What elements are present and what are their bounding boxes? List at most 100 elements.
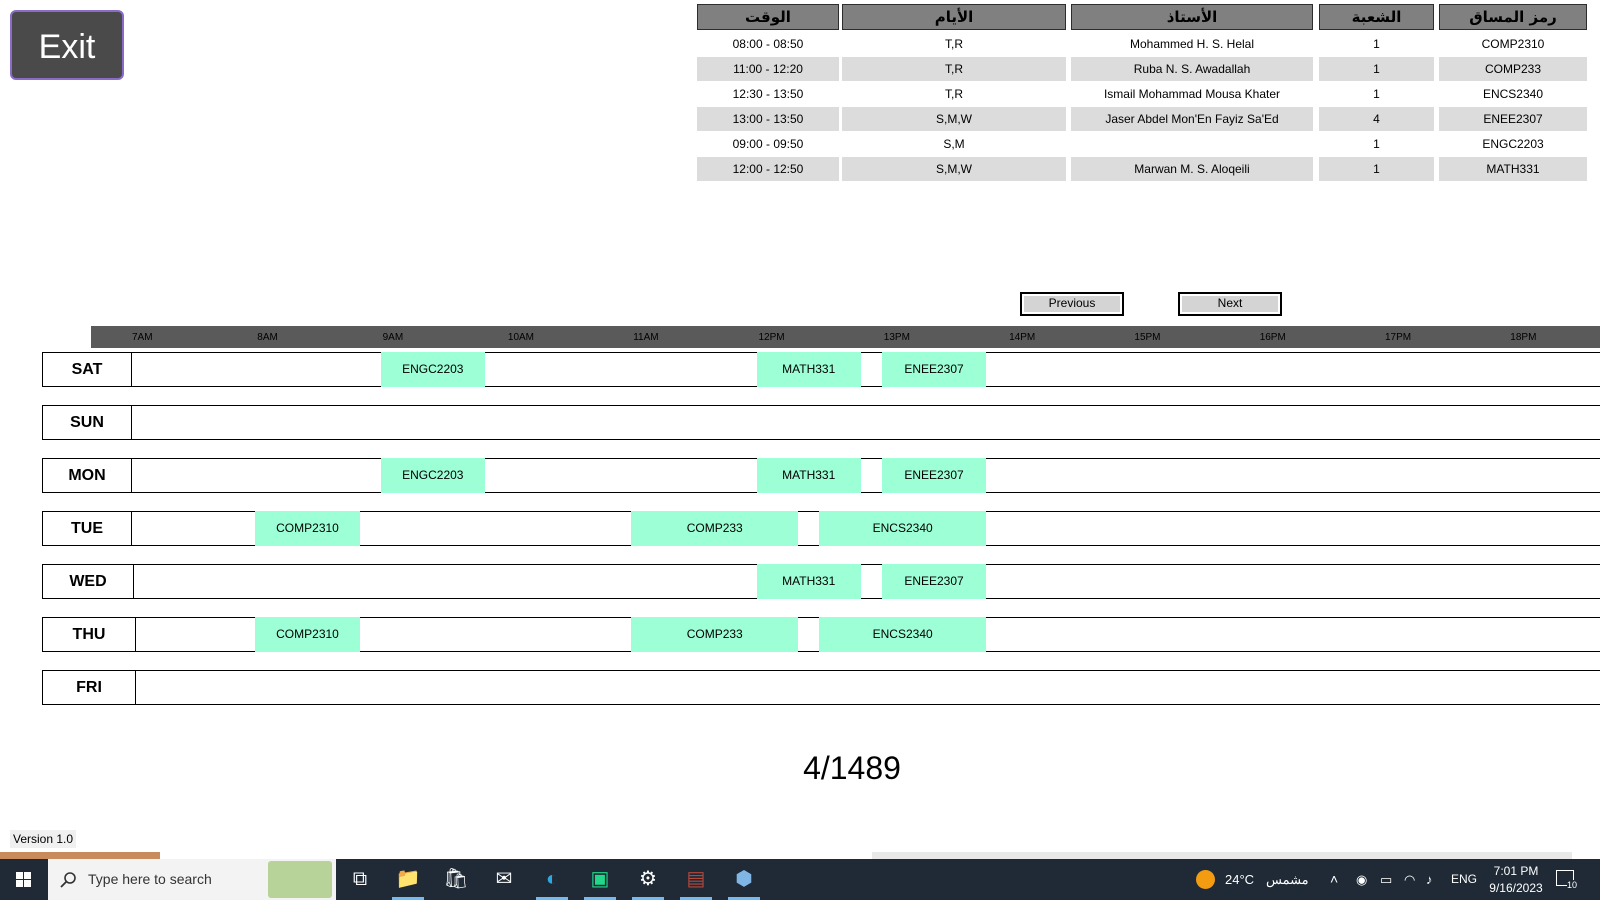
task-view-icon[interactable]: ⧉: [336, 859, 384, 900]
taskbar-search-box[interactable]: Type here to search: [48, 859, 336, 900]
day-label: SUN: [43, 406, 132, 439]
time-tick-label: 10AM: [507, 332, 535, 343]
taskbar: Type here to search ⧉ 📁 🛍 ✉ ◐ ▣ ⚙ ▤ ⬢ 24°C مشمس …: [0, 859, 1600, 900]
weather-temperature[interactable]: 24°C: [1225, 859, 1254, 900]
volume-icon[interactable]: ♪: [1426, 859, 1433, 900]
time-tick-label: 14PM: [1009, 332, 1036, 343]
next-button[interactable]: Next: [1178, 292, 1282, 316]
time-tick-label: 13PM: [883, 332, 910, 343]
table-cell-section: 1: [1373, 87, 1380, 101]
background-strip: [0, 852, 160, 859]
table-cell-days: S,M,W: [842, 107, 1066, 131]
search-icon: [60, 872, 76, 888]
table-cell-time: 11:00 - 12:20: [697, 57, 839, 81]
schedule-block[interactable]: ENGC2203: [380, 458, 485, 493]
time-tick-label: 11AM: [633, 332, 659, 343]
language-indicator[interactable]: ENG: [1451, 859, 1477, 900]
table-cell-instructor: Ruba N. S. Awadallah: [1071, 57, 1313, 81]
table-cell-code: COMP2310: [1481, 37, 1545, 51]
schedule-block[interactable]: ENCS2340: [819, 511, 987, 546]
day-label: FRI: [43, 671, 136, 704]
table-cell-time: 12:30 - 13:50: [732, 87, 804, 101]
table-cell-instructor: Jaser Abdel Mon'En Fayiz Sa'Ed: [1071, 107, 1313, 131]
day-label: THU: [43, 618, 136, 651]
schedule-block[interactable]: ENCS2340: [819, 617, 987, 652]
table-cell-instructor: [1071, 132, 1313, 156]
day-row-sun: SUN: [42, 405, 1600, 440]
meet-now-icon[interactable]: ◉: [1356, 859, 1367, 900]
table-cell-time: 09:00 - 09:50: [732, 137, 804, 151]
table-cell-time: 13:00 - 13:50: [697, 107, 839, 131]
wifi-icon[interactable]: ◠: [1404, 859, 1415, 900]
time-tick-label: 12PM: [758, 332, 785, 343]
clock-date: 9/16/2023: [1489, 881, 1543, 895]
time-tick-label: 7AM: [132, 332, 153, 343]
table-cell-instructor: Ismail Mohammad Mousa Khater: [1103, 87, 1281, 101]
table-cell-section: 4: [1319, 107, 1434, 131]
schedule-block[interactable]: COMP2310: [255, 617, 360, 652]
page-counter: 4/1489: [803, 750, 901, 786]
schedule-block[interactable]: MATH331: [756, 564, 861, 599]
time-tick-label: 17PM: [1385, 332, 1412, 343]
table-cell-code: ENGC2203: [1482, 137, 1544, 151]
chevron-up-icon[interactable]: ˄: [1330, 859, 1338, 900]
day-label: TUE: [43, 512, 132, 545]
table-cell-section: 1: [1373, 37, 1380, 51]
winrar-icon[interactable]: ▤: [672, 859, 720, 900]
schedule-block[interactable]: COMP233: [631, 617, 799, 652]
table-cell-section: 1: [1373, 137, 1380, 151]
python-app-icon[interactable]: ⬢: [720, 859, 768, 900]
search-placeholder: Type here to search: [88, 871, 212, 887]
file-explorer-icon[interactable]: 📁: [384, 859, 432, 900]
settings-icon[interactable]: ⚙: [624, 859, 672, 900]
schedule-block[interactable]: MATH331: [756, 458, 861, 493]
day-label: WED: [43, 565, 134, 598]
table-cell-section: 1: [1319, 157, 1434, 181]
table-cell-code: MATH331: [1439, 157, 1587, 181]
schedule-block[interactable]: MATH331: [756, 352, 861, 387]
table-cell-code: COMP233: [1439, 57, 1587, 81]
table-header-cell: الوقت: [697, 4, 839, 30]
pycharm-icon[interactable]: ▣: [576, 859, 624, 900]
table-cell-days: T,R: [945, 87, 963, 101]
windows-logo-icon: [16, 872, 31, 887]
table-cell-days: T,R: [945, 37, 963, 51]
notification-count: 10: [1567, 880, 1578, 890]
table-cell-section: 1: [1319, 57, 1434, 81]
schedule-block[interactable]: ENEE2307: [881, 352, 987, 387]
horizontal-scrollbar[interactable]: [872, 852, 1572, 859]
previous-button[interactable]: Previous: [1020, 292, 1124, 316]
weather-sun-icon: [1196, 870, 1215, 889]
table-header-cell: الشعبة: [1319, 4, 1434, 30]
battery-icon[interactable]: ▭: [1380, 859, 1392, 900]
time-tick-label: 16PM: [1259, 332, 1286, 343]
store-icon[interactable]: 🛍: [432, 859, 480, 900]
schedule-block[interactable]: ENEE2307: [881, 458, 987, 493]
search-highlight-image: [268, 861, 332, 898]
clock[interactable]: 7:01 PM 9/16/2023: [1486, 863, 1546, 897]
windows-start-button[interactable]: [0, 859, 48, 900]
table-header-cell: الأستاذ: [1071, 4, 1313, 30]
table-cell-code: ENCS2340: [1482, 87, 1544, 101]
exit-button[interactable]: Exit: [10, 10, 124, 80]
schedule-block[interactable]: ENGC2203: [380, 352, 485, 387]
table-cell-days: S,M: [943, 137, 965, 151]
timeline-header: [91, 326, 1600, 348]
table-cell-instructor: Marwan M. S. Aloqeili: [1071, 157, 1313, 181]
schedule-block[interactable]: ENEE2307: [881, 564, 987, 599]
table-header-cell: رمز المساق: [1439, 4, 1587, 30]
mail-icon[interactable]: ✉: [480, 859, 528, 900]
table-header-cell: الأيام: [842, 4, 1066, 30]
version-label: Version 1.0: [10, 830, 77, 848]
weather-description[interactable]: مشمس: [1266, 859, 1309, 900]
clock-time: 7:01 PM: [1493, 864, 1539, 878]
schedule-block[interactable]: COMP233: [631, 511, 799, 546]
edge-icon[interactable]: ◐: [528, 859, 576, 900]
table-cell-time: 12:00 - 12:50: [697, 157, 839, 181]
table-cell-time: 08:00 - 08:50: [732, 37, 804, 51]
day-label: SAT: [43, 353, 132, 386]
day-label: MON: [43, 459, 132, 492]
time-tick-label: 18PM: [1510, 332, 1537, 343]
schedule-block[interactable]: COMP2310: [255, 511, 360, 546]
time-tick-label: 9AM: [382, 332, 404, 343]
